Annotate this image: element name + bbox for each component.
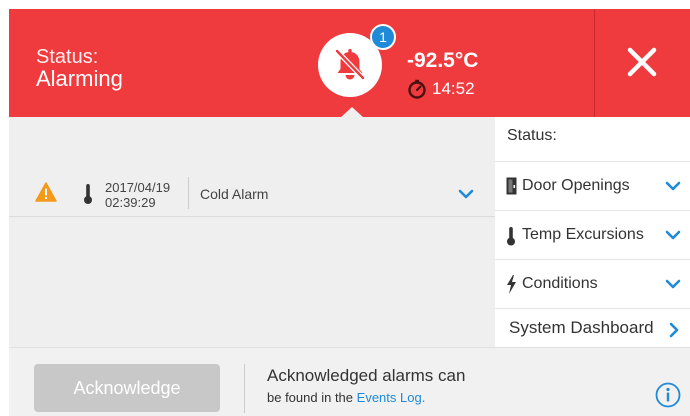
chevron-right-icon (669, 322, 679, 338)
alarm-time: 02:39:29 (105, 195, 156, 210)
alarm-separator (188, 177, 189, 209)
footer-message-prefix: be found in the (267, 390, 354, 405)
footer-separator (244, 364, 245, 413)
alarm-count-badge: 1 (370, 24, 396, 50)
thermometer-icon (84, 184, 92, 204)
side-item-temp-excursions[interactable]: Temp Excursions (495, 210, 690, 258)
warning-triangle-icon (35, 182, 57, 202)
alarm-screen: Status: Alarming 1 -92.5°C 14:52 2017/04… (9, 9, 690, 416)
alarm-type: Cold Alarm (200, 186, 269, 202)
selection-pointer (340, 107, 364, 118)
footer-bar: Acknowledge Acknowledged alarms can be f… (9, 347, 690, 416)
chevron-down-icon[interactable] (458, 189, 474, 199)
status-header: Status: Alarming 1 -92.5°C 14:52 (9, 9, 690, 118)
temperature-readout: -92.5°C (407, 49, 479, 72)
side-item-door-openings[interactable]: Door Openings (495, 161, 690, 209)
events-log-link[interactable]: Events Log. (357, 390, 426, 405)
alarm-date: 2017/04/19 (105, 180, 171, 195)
side-panel-title: Status: (507, 127, 557, 144)
alarm-row[interactable]: 2017/04/19 02:39:29 Cold Alarm (9, 169, 495, 217)
lightning-icon (507, 275, 516, 294)
acknowledge-button[interactable]: Acknowledge (34, 364, 220, 412)
close-button[interactable] (595, 9, 690, 117)
status-side-panel: Status: Door Openings Temp Excursions Co… (495, 117, 690, 347)
side-item-conditions[interactable]: Conditions (495, 259, 690, 307)
status-value: Alarming (36, 66, 123, 91)
chevron-down-icon (665, 230, 681, 240)
chevron-down-icon (665, 279, 681, 289)
chevron-down-icon (665, 181, 681, 191)
system-dashboard-label: System Dashboard (509, 318, 654, 337)
status-label: Status: (36, 46, 99, 68)
side-item-label: Temp Excursions (522, 226, 644, 243)
timer-icon (408, 79, 426, 99)
info-icon[interactable] (655, 382, 681, 408)
thermometer-icon (507, 227, 515, 246)
door-icon (506, 177, 517, 195)
footer-message: Acknowledged alarms can (267, 366, 466, 385)
system-dashboard-link[interactable]: System Dashboard (495, 308, 690, 347)
close-icon (627, 47, 657, 77)
alarm-timer: 14:52 (432, 79, 475, 98)
side-item-label: Conditions (522, 275, 598, 292)
side-item-label: Door Openings (522, 177, 630, 194)
footer-message-line2: be found in the Events Log. (267, 390, 425, 406)
bell-muted-icon (334, 48, 366, 81)
